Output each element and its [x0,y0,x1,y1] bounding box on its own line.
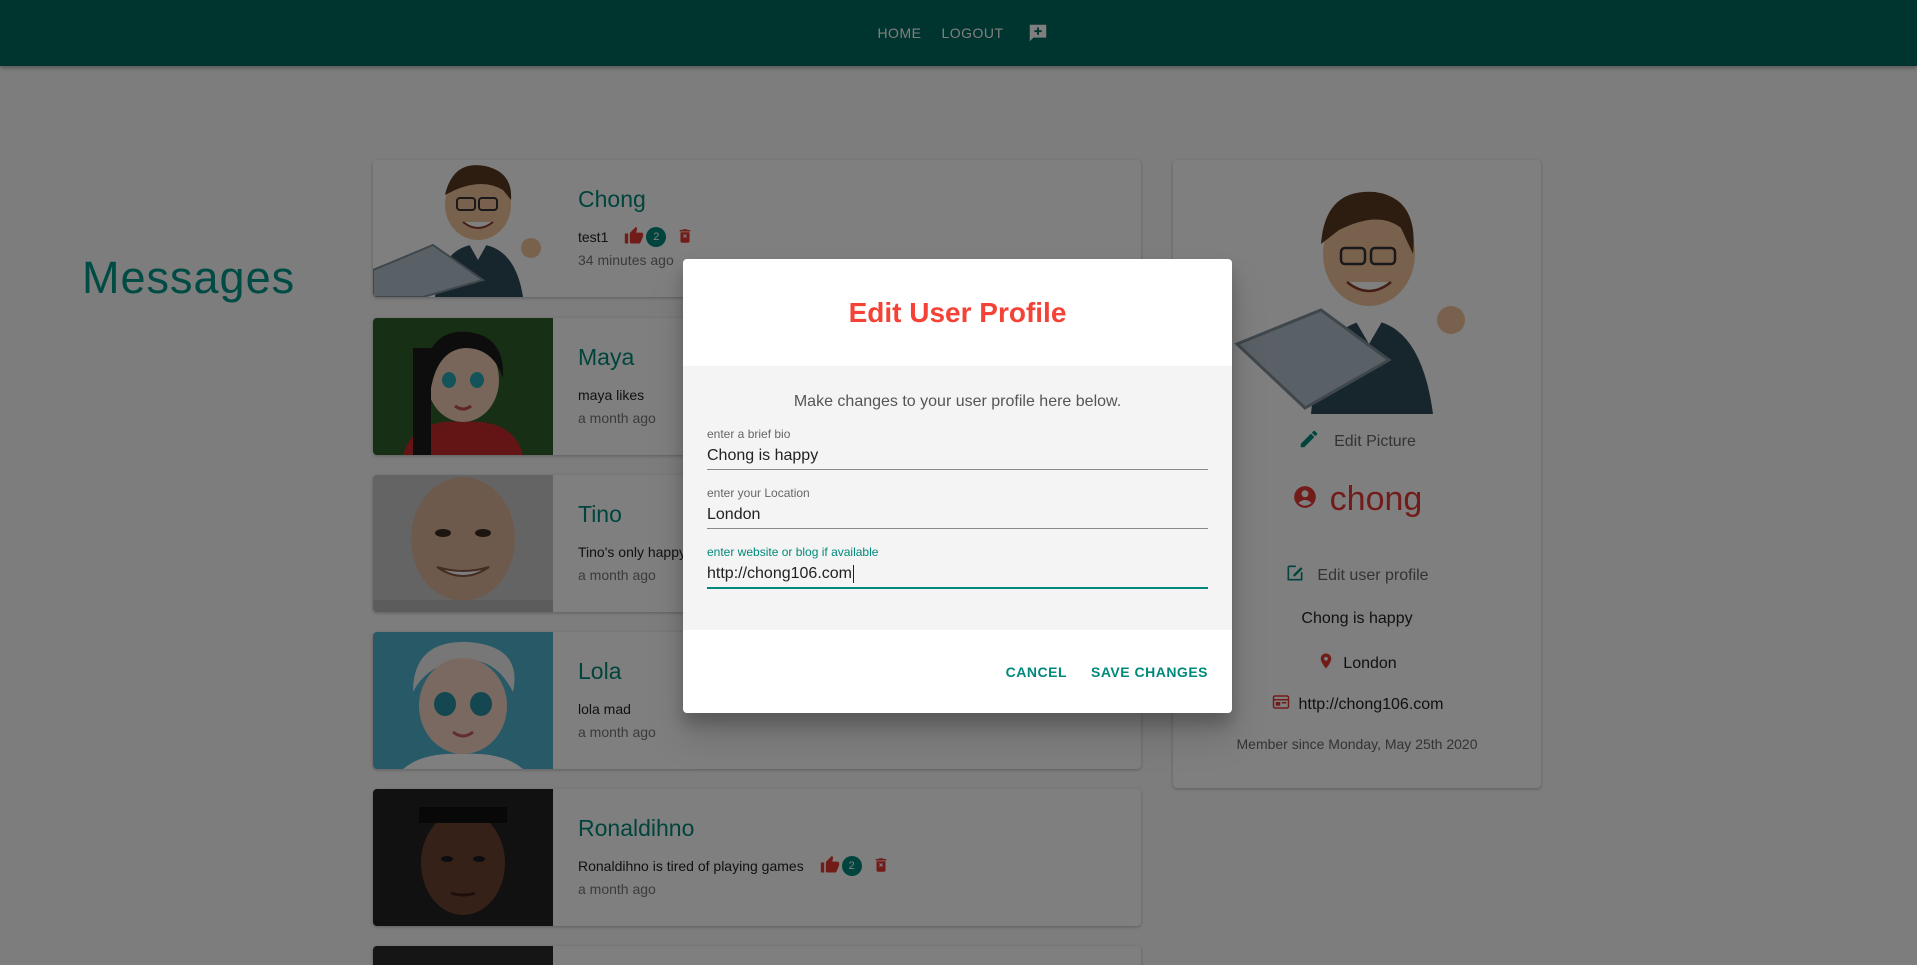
text-caret [852,565,854,583]
dialog-text: Make changes to your user profile here b… [793,393,1122,410]
bio-field[interactable]: enter a brief bio Chong is happy [707,427,1208,470]
website-input-wrap[interactable]: http://chong106.com [707,565,1208,585]
website-field-label: enter website or blog if available [707,545,879,559]
cancel-button[interactable]: CANCEL [998,656,1075,688]
location-field-label: enter your Location [707,486,810,500]
dialog-actions: CANCEL SAVE CHANGES [683,630,1232,713]
edit-profile-dialog: Edit User Profile Make changes to your u… [683,259,1232,713]
save-changes-button[interactable]: SAVE CHANGES [1083,656,1216,688]
bio-field-label: enter a brief bio [707,427,791,441]
dialog-content: Make changes to your user profile here b… [683,366,1232,630]
website-input[interactable]: http://chong106.com [707,565,852,582]
website-field[interactable]: enter website or blog if available http:… [707,545,1208,589]
location-field[interactable]: enter your Location London [707,486,1208,529]
bio-input[interactable]: Chong is happy [707,447,1208,467]
location-input[interactable]: London [707,506,1208,526]
dialog-title: Edit User Profile [848,296,1067,328]
